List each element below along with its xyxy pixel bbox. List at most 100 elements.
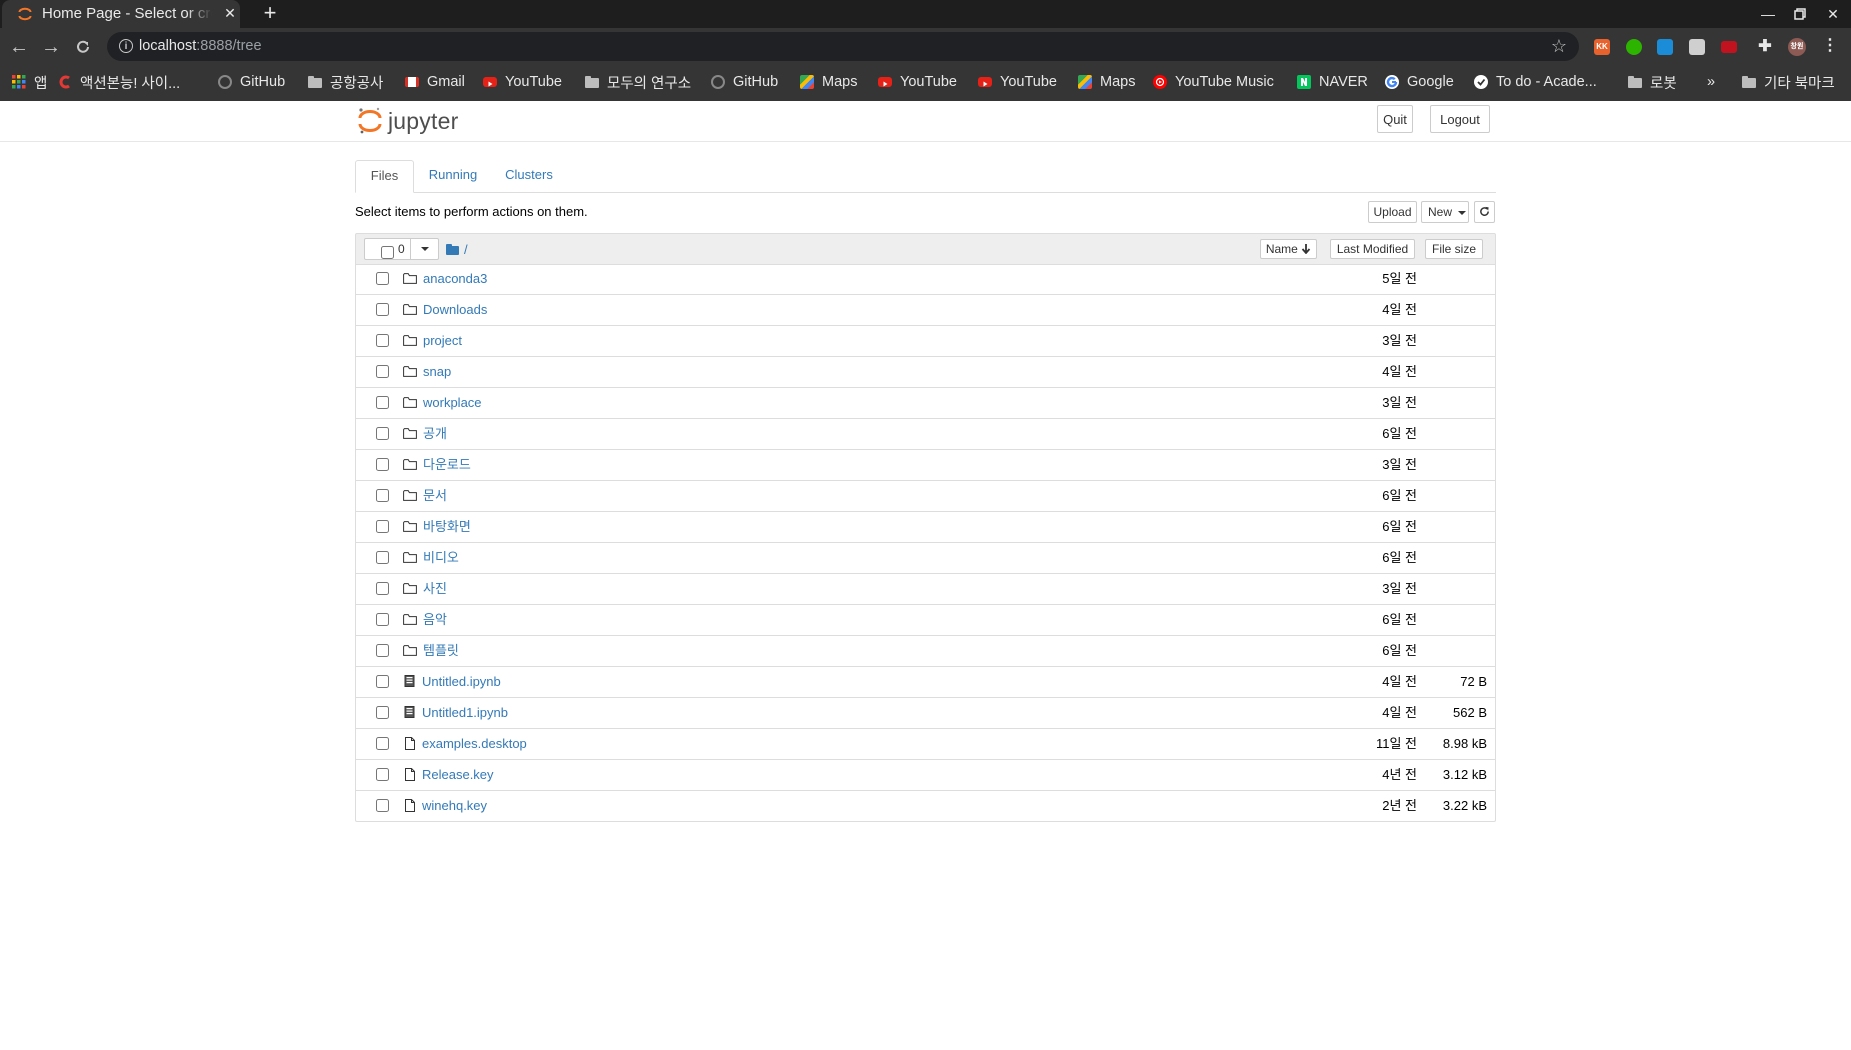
row-checkbox[interactable] xyxy=(376,520,389,533)
file-name-link[interactable]: winehq.key xyxy=(422,798,487,814)
file-name-link[interactable]: 음악 xyxy=(423,612,447,628)
file-row[interactable]: 문서 6일 전 xyxy=(355,481,1496,512)
file-row[interactable]: anaconda3 5일 전 xyxy=(355,264,1496,295)
file-name-link[interactable]: snap xyxy=(423,364,451,380)
sort-by-modified-button[interactable]: Last Modified xyxy=(1330,239,1415,259)
bookmark-item[interactable]: Maps xyxy=(800,73,857,91)
breadcrumb[interactable]: / xyxy=(446,241,468,257)
bookmark-item[interactable]: 앱 xyxy=(12,73,47,92)
row-checkbox[interactable] xyxy=(376,396,389,409)
bookmark-item[interactable]: GitHub xyxy=(711,73,778,91)
reload-icon[interactable] xyxy=(72,36,94,58)
select-all-checkbox[interactable] xyxy=(381,246,394,259)
file-name-link[interactable]: 공개 xyxy=(423,426,447,442)
new-dropdown-button[interactable]: New xyxy=(1421,201,1469,223)
row-checkbox[interactable] xyxy=(376,272,389,285)
bookmark-item[interactable]: GitHub xyxy=(218,73,285,91)
extension-cloud-icon[interactable] xyxy=(1657,39,1673,55)
file-row[interactable]: 다운로드 3일 전 xyxy=(355,450,1496,481)
row-checkbox[interactable] xyxy=(376,644,389,657)
file-name-link[interactable]: 다운로드 xyxy=(423,457,471,473)
file-row[interactable]: 바탕화면 6일 전 xyxy=(355,512,1496,543)
file-row[interactable]: Downloads 4일 전 xyxy=(355,295,1496,326)
site-info-icon[interactable]: i xyxy=(119,39,133,53)
sort-by-size-button[interactable]: File size xyxy=(1425,239,1483,259)
breadcrumb-root[interactable]: / xyxy=(464,242,468,257)
file-name-link[interactable]: 사진 xyxy=(423,581,447,597)
file-name-link[interactable]: examples.desktop xyxy=(422,736,527,752)
row-checkbox[interactable] xyxy=(376,427,389,440)
other-bookmarks-folder[interactable]: 기타 북마크 xyxy=(1742,73,1835,92)
close-window-icon[interactable]: ✕ xyxy=(1822,4,1844,24)
bookmark-item[interactable]: 모두의 연구소 xyxy=(585,73,691,92)
browser-menu-icon[interactable]: ⋮ xyxy=(1822,38,1838,54)
bookmark-star-icon[interactable]: ☆ xyxy=(1551,35,1567,57)
extension-gray-icon[interactable] xyxy=(1689,39,1705,55)
bookmark-item[interactable]: Gmail xyxy=(405,73,465,91)
forward-arrow-icon[interactable]: → xyxy=(40,36,62,58)
row-checkbox[interactable] xyxy=(376,768,389,781)
file-name-link[interactable]: Untitled1.ipynb xyxy=(422,705,508,721)
file-name-link[interactable]: 비디오 xyxy=(423,550,459,566)
file-row[interactable]: Untitled1.ipynb 4일 전 562 B xyxy=(355,698,1496,729)
row-checkbox[interactable] xyxy=(376,737,389,750)
file-row[interactable]: winehq.key 2년 전 3.22 kB xyxy=(355,791,1496,822)
browser-tab[interactable]: Home Page - Select or create a notebook … xyxy=(2,0,240,28)
quit-button[interactable]: Quit xyxy=(1377,105,1413,133)
file-row[interactable]: 음악 6일 전 xyxy=(355,605,1496,636)
row-checkbox[interactable] xyxy=(376,458,389,471)
caret-down-icon[interactable] xyxy=(421,247,429,251)
bookmark-item[interactable]: 액션본능! 사이... xyxy=(58,73,180,92)
minimize-window-icon[interactable]: — xyxy=(1757,4,1779,24)
row-checkbox[interactable] xyxy=(376,613,389,626)
address-bar[interactable]: i localhost:8888/tree ☆ xyxy=(107,32,1579,61)
extension-green-icon[interactable] xyxy=(1626,39,1642,55)
row-checkbox[interactable] xyxy=(376,551,389,564)
bookmark-item[interactable]: YouTube xyxy=(978,73,1057,91)
restore-window-icon[interactable] xyxy=(1789,4,1811,24)
select-all-dropdown[interactable]: 0 xyxy=(364,238,439,260)
file-name-link[interactable]: 바탕화면 xyxy=(423,519,471,535)
close-tab-icon[interactable]: ✕ xyxy=(221,4,239,22)
row-checkbox[interactable] xyxy=(376,365,389,378)
file-row[interactable]: Release.key 4년 전 3.12 kB xyxy=(355,760,1496,791)
file-name-link[interactable]: Untitled.ipynb xyxy=(422,674,501,690)
file-row[interactable]: 템플릿 6일 전 xyxy=(355,636,1496,667)
row-checkbox[interactable] xyxy=(376,489,389,502)
row-checkbox[interactable] xyxy=(376,706,389,719)
upload-button[interactable]: Upload xyxy=(1368,201,1417,223)
file-row[interactable]: 공개 6일 전 xyxy=(355,419,1496,450)
extension-orange-icon[interactable]: KK xyxy=(1594,39,1610,55)
bookmark-item[interactable]: 공항공사 xyxy=(308,73,383,92)
bookmark-item[interactable]: NAVER xyxy=(1297,73,1368,91)
row-checkbox[interactable] xyxy=(376,303,389,316)
file-row[interactable]: Untitled.ipynb 4일 전 72 B xyxy=(355,667,1496,698)
bookmark-item[interactable]: YouTube xyxy=(878,73,957,91)
file-row[interactable]: workplace 3일 전 xyxy=(355,388,1496,419)
file-row[interactable]: 비디오 6일 전 xyxy=(355,543,1496,574)
bookmark-item[interactable]: 로봇 xyxy=(1628,73,1677,92)
file-name-link[interactable]: Release.key xyxy=(422,767,494,783)
tab-running[interactable]: Running xyxy=(419,160,487,192)
row-checkbox[interactable] xyxy=(376,334,389,347)
extension-ublock-icon[interactable] xyxy=(1721,41,1737,53)
refresh-button[interactable] xyxy=(1474,201,1495,223)
jupyter-logo[interactable]: jupyter xyxy=(358,107,458,135)
row-checkbox[interactable] xyxy=(376,582,389,595)
file-name-link[interactable]: project xyxy=(423,333,462,349)
file-row[interactable]: 사진 3일 전 xyxy=(355,574,1496,605)
file-name-link[interactable]: anaconda3 xyxy=(423,271,487,287)
bookmarks-overflow-icon[interactable]: » xyxy=(1707,73,1715,91)
profile-avatar[interactable]: 창원 xyxy=(1788,38,1806,56)
row-checkbox[interactable] xyxy=(376,799,389,812)
bookmark-item[interactable]: To do - Acade... xyxy=(1474,73,1597,91)
sort-by-name-button[interactable]: Name xyxy=(1260,239,1317,259)
tab-clusters[interactable]: Clusters xyxy=(495,160,563,192)
file-name-link[interactable]: Downloads xyxy=(423,302,487,318)
back-arrow-icon[interactable]: ← xyxy=(8,36,30,58)
logout-button[interactable]: Logout xyxy=(1430,105,1490,133)
tab-files[interactable]: Files xyxy=(355,160,414,193)
bookmark-item[interactable]: Google xyxy=(1385,73,1454,91)
bookmark-item[interactable]: Maps xyxy=(1078,73,1135,91)
file-name-link[interactable]: workplace xyxy=(423,395,482,411)
